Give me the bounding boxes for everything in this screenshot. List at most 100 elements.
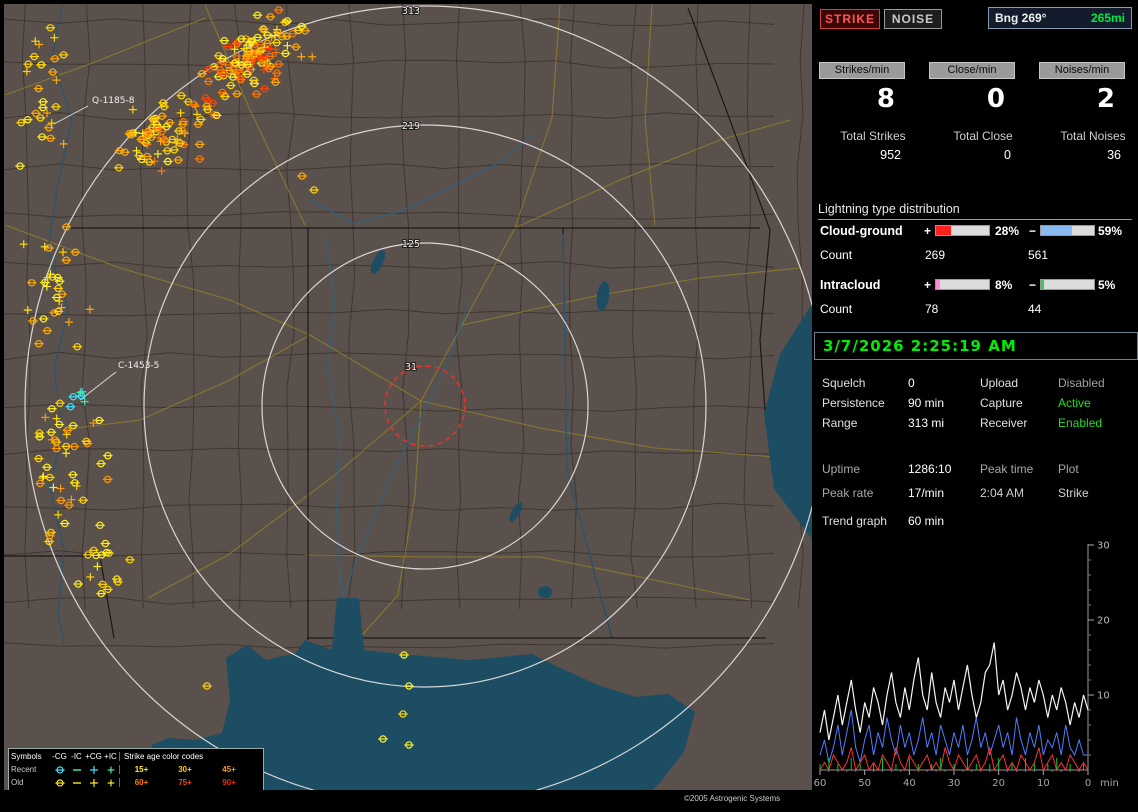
series-strike-rate-white	[819, 642, 1089, 741]
cg-plus-bar	[935, 225, 990, 236]
age-code-15: 15+	[119, 765, 163, 774]
upload-label: Upload	[980, 376, 1019, 390]
recent-pos-cg-icon	[89, 765, 98, 774]
ic-minus-count: 44	[1028, 302, 1042, 316]
nexstorm-window: 313 219 125 31 Q-1185-8 C-1453-5 Symbols -CG …	[0, 0, 1138, 812]
legend-col-pic: +IC	[104, 752, 117, 761]
ic-plus-pct: 8%	[995, 278, 1013, 292]
legend-age-title: Strike age color codes	[119, 752, 251, 761]
total-strikes-label: Total Strikes	[840, 129, 906, 143]
storm-cell-label: Q-1185-8	[92, 96, 135, 106]
total-noises-label: Total Noises	[1060, 129, 1126, 143]
cg-minus-count: 561	[1028, 248, 1049, 262]
total-noises-value: 36	[1107, 148, 1121, 162]
y-tick-label: 30	[1097, 541, 1110, 552]
x-tick-label: 60	[814, 778, 826, 789]
cg-minus-fill	[1041, 226, 1073, 235]
recent-neg-cg-icon	[54, 765, 65, 774]
datetime-display: 3/7/2026 2:25:19 AM	[814, 332, 1138, 360]
copyright-text: ©2005 Astrogenic Systems	[684, 794, 781, 803]
ic-count-label: Count	[820, 302, 853, 316]
status-panel: STRIKE NOISE Bng 269° 265mi Strikes/min …	[814, 0, 1138, 812]
x-tick-label: 20	[992, 778, 1005, 789]
plot-label: Plot	[1058, 462, 1079, 476]
distribution-title: Lightning type distribution	[818, 202, 1132, 220]
plus-sign: +	[924, 224, 932, 238]
age-code-75: 75+	[178, 778, 192, 787]
minus-sign: −	[1029, 224, 1037, 238]
ic-minus-fill	[1041, 280, 1044, 289]
ic-minus-pct: 5%	[1098, 278, 1116, 292]
ic-plus-fill	[936, 280, 941, 289]
lightning-map[interactable]: 313 219 125 31 Q-1185-8 C-1453-5 Symbols -CG …	[4, 4, 812, 808]
legend-col-ncg: -CG	[52, 752, 67, 761]
cg-minus-pct: 59%	[1098, 224, 1123, 238]
storm-cell-label: C-1453-5	[118, 361, 159, 371]
intracloud-label: Intracloud	[820, 278, 881, 292]
receiver-label: Receiver	[980, 416, 1028, 430]
legend-row-recent: Recent	[11, 765, 37, 774]
plot-value: Strike	[1058, 486, 1089, 500]
cg-minus-bar	[1040, 225, 1095, 236]
legend-col-nic: -IC	[71, 752, 82, 761]
ic-plus-count: 78	[925, 302, 939, 316]
map-bottom-bar: ©2005 Astrogenic Systems	[4, 790, 812, 808]
squelch-label: Squelch	[822, 376, 866, 390]
old-pos-cg-icon	[89, 778, 98, 787]
plus-sign: +	[924, 278, 932, 292]
trend-window-value: 60 min	[908, 514, 945, 528]
minus-sign: −	[1029, 278, 1037, 292]
peak-time-label: Peak time	[980, 462, 1034, 476]
capture-status: Active	[1058, 396, 1091, 410]
trend-graph-label: Trend graph	[822, 514, 887, 528]
close-per-min-label: Close/min	[929, 62, 1015, 79]
squelch-value: 0	[908, 376, 915, 390]
age-code-30: 30+	[178, 765, 192, 774]
lake	[538, 586, 552, 598]
old-neg-cg-icon	[54, 778, 65, 787]
recent-pos-ic-icon	[107, 766, 114, 773]
noises-per-min-value: 2	[1096, 84, 1115, 114]
persistence-label: Persistence	[822, 396, 885, 410]
x-axis-unit: min	[1100, 778, 1119, 789]
range-ring-label: 219	[402, 121, 420, 132]
x-tick-label: 30	[948, 778, 961, 789]
lightning-map-svg[interactable]: 313 219 125 31 Q-1185-8 C-1453-5	[4, 4, 812, 790]
strike-distance-readout: 265mi	[1090, 11, 1125, 25]
persistence-value: 90 min	[908, 396, 945, 410]
age-code-90: 90+	[222, 778, 236, 787]
total-close-label: Total Close	[953, 129, 1013, 143]
peak-time-value: 2:04 AM	[980, 486, 1025, 500]
noise-mode-button[interactable]: NOISE	[884, 9, 942, 29]
strikes-per-min-label: Strikes/min	[819, 62, 905, 79]
strikes-per-min-value: 8	[876, 84, 895, 114]
old-pos-ic-icon	[107, 779, 114, 786]
x-tick-label: 50	[858, 778, 871, 789]
upload-status: Disabled	[1058, 376, 1105, 390]
uptime-value: 1286:10	[908, 462, 952, 476]
range-ring-label: 31	[405, 362, 417, 373]
cg-plus-fill	[936, 226, 951, 235]
total-strikes-value: 952	[880, 148, 901, 162]
range-label: Range	[822, 416, 858, 430]
legend-col-pcg: +CG	[85, 752, 102, 761]
bearing-range-readout: Bng 269° 265mi	[988, 7, 1132, 29]
legend-symbols-title: Symbols	[11, 752, 42, 761]
x-tick-label: 10	[1037, 778, 1050, 789]
strike-mode-button[interactable]: STRIKE	[820, 9, 880, 29]
age-code-45: 45+	[222, 765, 236, 774]
legend-row-old: Old	[11, 778, 24, 787]
cg-count-label: Count	[820, 248, 853, 262]
map-legend: Symbols -CG -IC +CG +IC Strike age color…	[8, 748, 264, 792]
cg-plus-count: 269	[925, 248, 946, 262]
uptime-label: Uptime	[822, 462, 861, 476]
x-tick-label: 0	[1085, 778, 1091, 789]
cloud-ground-row: Cloud-ground + 28% − 59%	[814, 224, 1138, 239]
y-tick-label: 20	[1097, 616, 1110, 627]
series-noise-rate-blue	[819, 709, 1088, 763]
receiver-status: Enabled	[1058, 416, 1103, 430]
recent-neg-ic-icon	[72, 768, 81, 771]
cg-plus-pct: 28%	[995, 224, 1020, 238]
peak-rate-label: Peak rate	[822, 486, 874, 500]
range-ring-label: 125	[402, 239, 420, 250]
